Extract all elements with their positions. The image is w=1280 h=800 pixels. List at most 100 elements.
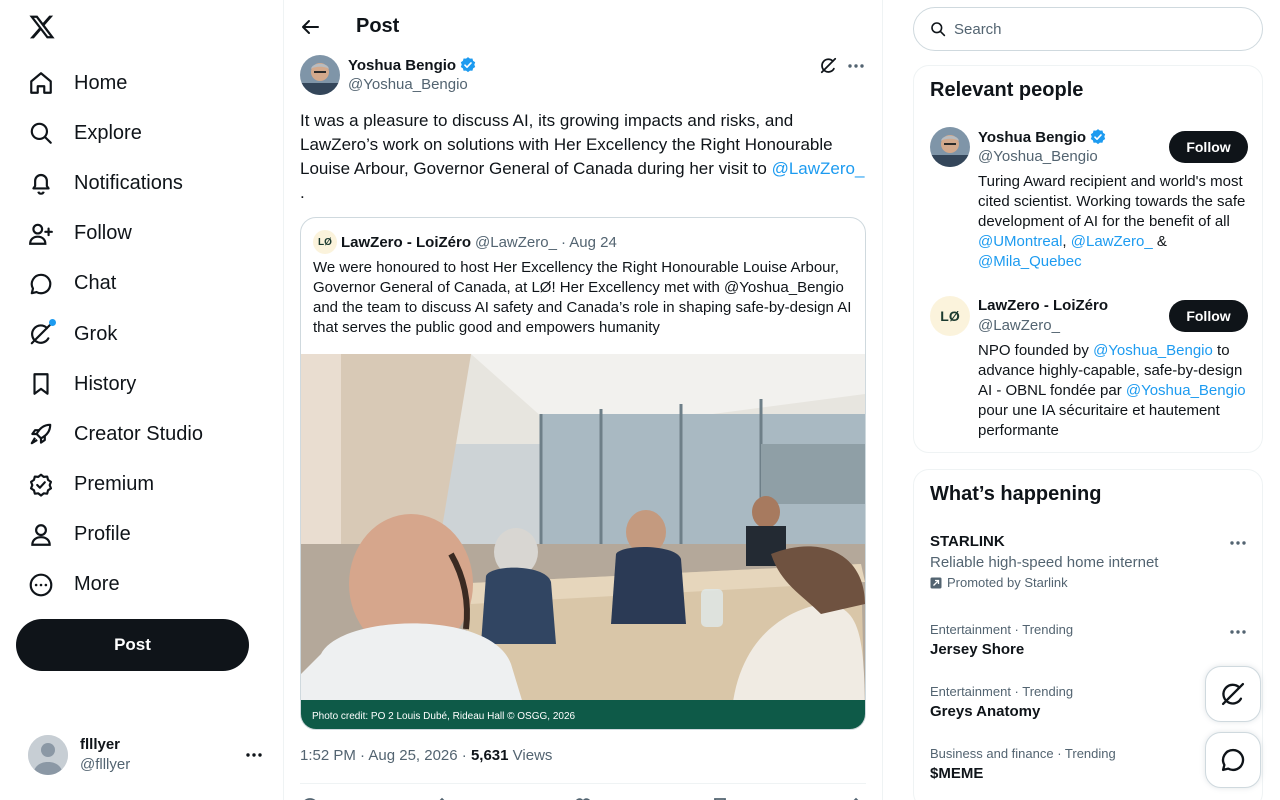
back-arrow-icon[interactable] [300,17,320,37]
follow-button[interactable]: Follow [1169,131,1248,163]
nav-premium[interactable]: Premium [16,460,203,510]
nav-grok[interactable]: Grok [16,309,203,359]
mention-link[interactable]: @LawZero_ [772,159,865,178]
grok-icon [28,319,56,347]
page-title: Post [356,15,400,37]
nav-label: Notifications [74,171,183,194]
photo-credit: Photo credit: PO 2 Louis Dubé, Rideau Ha… [312,711,576,722]
quote-date: · Aug 24 [560,233,617,251]
mention-link[interactable]: @Yoshua_Bengio [1126,382,1246,399]
post-button[interactable]: Post [16,619,249,671]
trend-item[interactable]: Entertainment · Trending Greys Anatomy [930,684,1248,720]
search-bar[interactable] [913,7,1263,51]
grok-float-button[interactable] [1205,666,1261,722]
promoted-by-text: Promoted by Starlink [947,575,1068,590]
nav-label: Creator Studio [74,422,203,445]
trend-item[interactable]: Business and finance · Trending $MEME [930,746,1248,782]
follow-button[interactable]: Follow [1169,300,1248,332]
person-card[interactable]: Yoshua Bengio @Yoshua_Bengio Follow Turi… [930,127,1248,277]
nav-label: Profile [74,523,131,546]
nav-profile[interactable]: Profile [16,510,203,560]
share-icon[interactable] [846,796,866,800]
card-title: Relevant people [930,79,1084,101]
home-icon [28,70,54,96]
verified-badge-icon [28,472,54,498]
avatar: LØ [930,296,970,336]
person-name: Yoshua Bengio [978,128,1107,146]
bio-text: pour une IA sécuritaire et hautement per… [978,402,1220,439]
nav-notifications[interactable]: Notifications [16,158,203,208]
left-sidebar: Home Explore Notifications Follow Chat G… [0,0,284,800]
person-name-text: Yoshua Bengio [978,128,1087,146]
mention-link[interactable]: @Yoshua_Bengio [1093,342,1213,359]
more-horizontal-icon[interactable] [1228,622,1248,642]
avatar [28,735,68,775]
nav-label: Follow [74,222,132,245]
promoted-icon [930,577,942,589]
mention-link[interactable]: @UMontreal [978,233,1062,250]
nav-creator-studio[interactable]: Creator Studio [16,409,203,459]
nav-follow[interactable]: Follow [16,209,203,259]
trend-category: Business and finance · Trending [930,746,1116,761]
repost-icon[interactable] [437,796,457,800]
post-text-body: It was a pleasure to discuss AI, its gro… [300,111,833,178]
nav-label: History [74,372,137,395]
more-horizontal-icon[interactable] [244,745,264,765]
author-handle[interactable]: @Yoshua_Bengio [348,76,468,93]
bookmark-icon[interactable] [710,796,730,800]
rocket-icon [28,421,54,447]
meeting-photo[interactable]: Photo credit: PO 2 Louis Dubé, Rideau Ha… [301,354,865,729]
search-icon [930,21,946,37]
person-bio: Turing Award recipient and world's most … [978,172,1248,272]
x-logo-icon[interactable] [28,13,56,41]
nav-label: Grok [74,322,118,345]
main-column: Post Yoshua Bengio @Yoshua_Bengio It was… [284,0,883,800]
author-avatar[interactable] [300,55,340,95]
person-name: LawZero - LoiZéro [978,297,1109,314]
mention-link[interactable]: @Mila_Quebec [978,253,1082,270]
notification-dot [49,319,56,327]
nav-history[interactable]: History [16,359,203,409]
chat-bubble-icon [28,271,54,297]
quote-author-handle: @LawZero_ [475,233,557,251]
trend-category: Entertainment · Trending [930,622,1074,637]
like-icon[interactable] [573,796,593,800]
search-input[interactable] [954,20,1234,38]
author-name[interactable]: Yoshua Bengio [348,56,477,74]
verified-icon [1089,128,1107,146]
post-time[interactable]: 1:52 PM · Aug 25, 2026 · [300,747,471,764]
nav-label: Home [74,71,128,94]
more-horizontal-icon[interactable] [1228,533,1248,553]
quote-text: We were honoured to host Her Excellency … [313,259,852,336]
grok-icon[interactable] [819,56,838,75]
messages-float-button[interactable] [1205,732,1261,788]
mention-link[interactable]: @LawZero_ [1071,233,1153,250]
trend-item[interactable]: Entertainment · Trending Jersey Shore [930,622,1248,658]
views-label: Views [508,747,553,764]
reply-icon[interactable] [300,796,320,800]
card-title: What’s happening [930,483,1102,505]
action-bar [300,796,866,800]
search-icon [28,120,54,146]
divider [300,783,866,784]
post-text: It was a pleasure to discuss AI, its gro… [300,109,866,205]
more-horizontal-icon[interactable] [846,56,866,76]
avatar-text: LØ [940,308,960,324]
promoted-trend[interactable]: STARLINK Reliable high-speed home intern… [930,533,1248,590]
quoted-post[interactable]: LØ LawZero - LoiZéro @LawZero_ · Aug 24 … [300,217,866,730]
person-card[interactable]: LØ LawZero - LoiZéro @LawZero_ Follow NP… [930,296,1248,446]
bio-text: NPO founded by [978,342,1094,359]
person-plus-icon [28,221,54,247]
page-header: Post [284,0,882,53]
person-handle: @Yoshua_Bengio [978,148,1098,165]
nav-chat[interactable]: Chat [16,259,203,309]
person-bio: NPO founded by @Yoshua_Bengio to advance… [978,341,1248,441]
bio-text: & [1152,233,1167,250]
nav-home[interactable]: Home [16,58,203,108]
promo-name: STARLINK [930,533,1005,550]
account-switcher[interactable]: flllyer @flllyer [28,735,268,775]
verified-icon [459,56,477,74]
nav-explore[interactable]: Explore [16,108,203,158]
nav-more[interactable]: More [16,560,203,610]
views-count: 5,631 [470,747,509,764]
